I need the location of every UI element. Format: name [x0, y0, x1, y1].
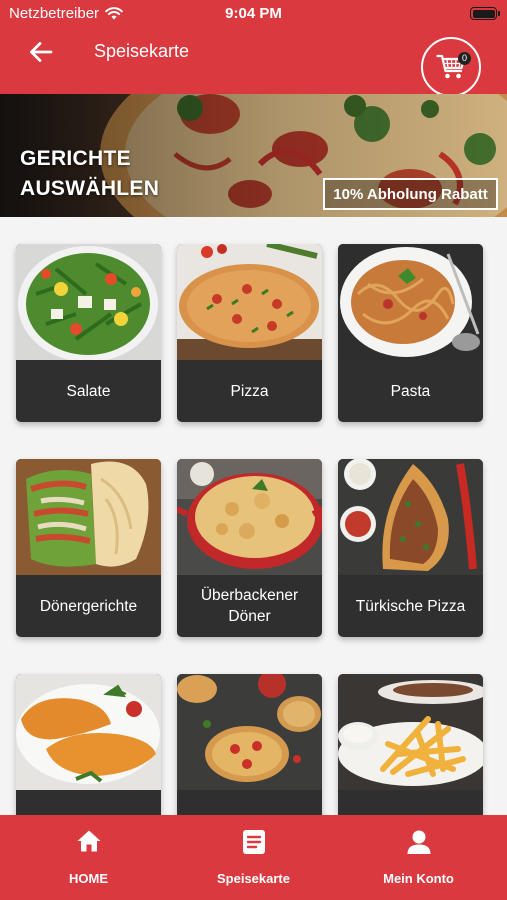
nav-label-mein-konto: Mein Konto: [383, 871, 454, 886]
nav-item-mein-konto[interactable]: Mein Konto: [334, 815, 503, 900]
mini-pizza-image: [177, 674, 322, 790]
category-tile-8[interactable]: [177, 674, 322, 815]
baked-doener-image: [177, 459, 322, 575]
pasta-image: [338, 244, 483, 360]
arrow-left-icon: [30, 42, 53, 62]
nav-label-speisekarte: Speisekarte: [217, 871, 290, 886]
nav-item-speisekarte[interactable]: Speisekarte: [169, 815, 338, 900]
banner-title-line1: GERICHTE: [20, 147, 131, 170]
schnitzel-image: [16, 674, 161, 790]
nav-label-home: HOME: [69, 871, 108, 886]
cart-button[interactable]: 0: [421, 37, 481, 97]
turkish-pizza-image: [338, 459, 483, 575]
category-label: Pizza: [230, 382, 269, 400]
category-tile-doenergerichte[interactable]: Dönergerichte: [16, 459, 161, 637]
category-label: [16, 790, 161, 815]
category-label: [177, 790, 322, 815]
discount-badge: 10% Abholung Rabatt: [323, 178, 498, 210]
cart-count-badge: 0: [458, 52, 471, 65]
status-time: 9:04 PM: [225, 5, 282, 22]
category-grid: Salate Pizza Pasta Dönergerichte Überbac…: [0, 217, 507, 815]
fries-image: [338, 674, 483, 790]
banner-title: GERICHTE AUSWÄHLEN: [20, 144, 159, 204]
menu-list-icon: [242, 830, 265, 854]
back-button[interactable]: [26, 38, 56, 66]
category-label: Türkische Pizza: [355, 597, 466, 615]
app-screen: Netzbetreiber 9:04 PM Speisekarte 0 GERI…: [0, 0, 507, 900]
category-tile-pizza[interactable]: Pizza: [177, 244, 322, 422]
doener-image: [16, 459, 161, 575]
hero-banner: GERICHTE AUSWÄHLEN 10% Abholung Rabatt: [0, 94, 507, 217]
category-tile-ueberbackener-doener[interactable]: Überbackener Döner: [177, 459, 322, 637]
category-tile-pasta[interactable]: Pasta: [338, 244, 483, 422]
category-label: [338, 790, 483, 815]
user-icon: [407, 830, 430, 854]
bottom-navigation: HOME Speisekarte Mein Konto: [0, 815, 507, 900]
nav-item-home[interactable]: HOME: [4, 815, 173, 900]
category-label: Dönergerichte: [39, 597, 138, 615]
category-label: Pasta: [390, 382, 431, 400]
app-header: Speisekarte 0: [0, 28, 507, 97]
status-bar: Netzbetreiber 9:04 PM: [0, 0, 507, 28]
category-label: Salate: [66, 382, 111, 400]
banner-title-line2: AUSWÄHLEN: [20, 177, 160, 200]
category-tile-7[interactable]: [16, 674, 161, 815]
category-tile-salate[interactable]: Salate: [16, 244, 161, 422]
category-label: Überbackener Döner: [200, 587, 299, 625]
page-title: Speisekarte: [94, 41, 190, 61]
category-tile-9[interactable]: [338, 674, 483, 815]
pizza-image: [177, 244, 322, 360]
home-icon: [77, 830, 100, 852]
category-tile-tuerkische-pizza[interactable]: Türkische Pizza: [338, 459, 483, 637]
battery-icon: [470, 7, 500, 20]
salad-image: [16, 244, 161, 360]
